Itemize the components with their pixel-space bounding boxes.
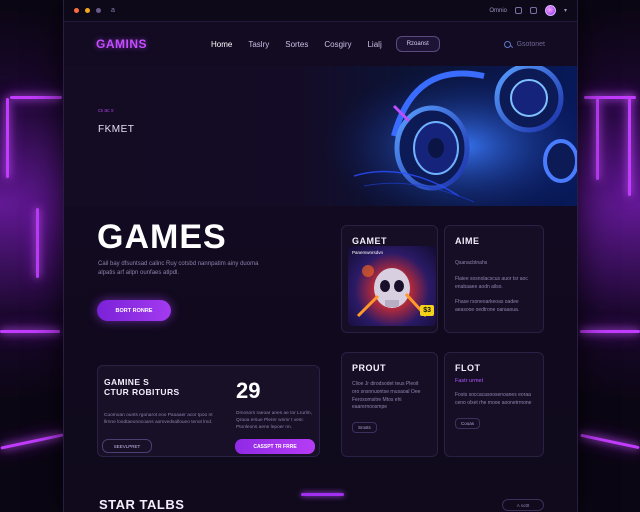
chrome-label: Omnio <box>489 7 507 14</box>
browser-tab[interactable]: a <box>111 7 115 14</box>
neon-bar <box>580 330 640 333</box>
stats-text-secondary: Dmosors raeoar anes ae tor Lrurlm, Qraoa… <box>236 411 312 431</box>
minimize-dot[interactable] <box>85 8 90 13</box>
neon-bar <box>0 433 64 450</box>
neon-bar <box>628 96 631 196</box>
section-heading: STAR TALBS <box>99 497 185 512</box>
card-label: Fastr urmet <box>455 378 484 384</box>
card-text: Flaiee sosnolacscus auor tsr aoc enabaae… <box>455 275 528 290</box>
stats-title-line2: CTUR ROBITURS <box>104 386 180 397</box>
section-pill-button[interactable]: A sottt <box>502 499 544 511</box>
neon-bar <box>36 208 39 278</box>
chrome-toolbar: Omnio ▾ <box>489 5 567 16</box>
game-cover-image: Panemwnrsdvn $3 <box>348 246 436 326</box>
card-chip-button[interactable]: Srosts <box>352 422 377 433</box>
search-box[interactable]: Gsotonet <box>503 40 545 48</box>
card-text: Qsanacbtnahs <box>455 260 488 266</box>
game-card-3[interactable]: PROUT Clioe Jr dirodsodet teus Pleoit or… <box>341 352 438 457</box>
avatar[interactable] <box>544 5 556 16</box>
card-text: Fosts soccacasoosenoanes eoraa ceno olxe… <box>455 392 532 406</box>
nav-links: Home Taslry Sortes Cosgiry Lialj <box>211 40 382 49</box>
stats-card: GAMINE S CTUR ROBITURS Cuomoan ounts rgo… <box>97 365 320 457</box>
cover-subtitle: Panemwnrsdvn <box>352 250 384 255</box>
game-card-4[interactable]: FLOT Fastr urmet Fosts soccacasoosenoane… <box>444 352 544 457</box>
page-title: GAMES <box>97 218 227 256</box>
neon-bar <box>596 98 599 180</box>
stats-number: 29 <box>236 378 261 403</box>
game-card-1[interactable]: GAMET Panemwnrsdvn $3 <box>341 225 438 333</box>
nav-link-4[interactable]: Cosgiry <box>324 40 351 49</box>
card-chip-button[interactable]: Cooas <box>455 417 481 429</box>
card-text: Fhase rsoneoarkeoas oadee aeasooe oedtro… <box>455 299 520 313</box>
secondary-button[interactable]: SEEVLPRET <box>102 439 152 453</box>
stats-title: GAMINE S CTUR ROBITURS <box>104 377 180 398</box>
nav-link-home[interactable]: Home <box>211 40 232 49</box>
search-icon <box>503 40 511 48</box>
app-window: a Omnio ▾ GAMINS Home Taslry Sortes Cosg… <box>63 0 578 512</box>
card-title: FLOT <box>455 363 481 373</box>
window-chrome: a Omnio ▾ <box>64 0 577 22</box>
primary-button[interactable]: CASSPT TR FRRE <box>235 439 315 454</box>
card-title: GAMET <box>352 236 387 246</box>
card-title: AIME <box>455 236 480 246</box>
settings-icon[interactable] <box>529 7 537 14</box>
nav-link-3[interactable]: Sortes <box>285 40 308 49</box>
nav-link-5[interactable]: Lialj <box>367 40 381 49</box>
headphones-illustration <box>324 66 577 206</box>
neon-bar <box>580 433 640 450</box>
card-title: PROUT <box>352 363 386 373</box>
price-tag: $3 <box>420 305 434 316</box>
hero-kicker: cs ac s <box>98 108 114 114</box>
neon-bar <box>0 330 60 333</box>
nav-button[interactable]: Rzoanst <box>395 36 440 52</box>
chevron-down-icon[interactable]: ▾ <box>564 7 567 14</box>
primary-cta-button[interactable]: BORT RONRE <box>97 300 171 321</box>
game-card-2[interactable]: AIME Qsanacbtnahs Flaiee sosnolacscus au… <box>444 225 544 333</box>
hero-subtitle: FKMET <box>98 124 135 135</box>
bookmark-icon[interactable] <box>514 7 522 14</box>
hero-banner: cs ac s FKMET <box>64 66 577 206</box>
page-description: Cail bay dfsuntsad calinc Ruy cotsbd nan… <box>98 261 259 276</box>
neon-bar <box>10 96 62 99</box>
maximize-dot[interactable] <box>96 8 101 13</box>
close-dot[interactable] <box>74 8 79 13</box>
section-accent <box>301 493 344 496</box>
stats-text: Cuomoan ounts rgonarot eoo Paoaaer acor … <box>104 413 213 426</box>
neon-bar <box>6 98 9 178</box>
search-placeholder: Gsotonet <box>516 40 545 48</box>
top-navigation: GAMINS Home Taslry Sortes Cosgiry Lialj … <box>64 22 577 66</box>
card-text: Clioe Jr dirodsodet teus Pleoit oro snsn… <box>352 381 421 411</box>
logo[interactable]: GAMINS <box>96 37 147 51</box>
nav-link-2[interactable]: Taslry <box>248 40 269 49</box>
